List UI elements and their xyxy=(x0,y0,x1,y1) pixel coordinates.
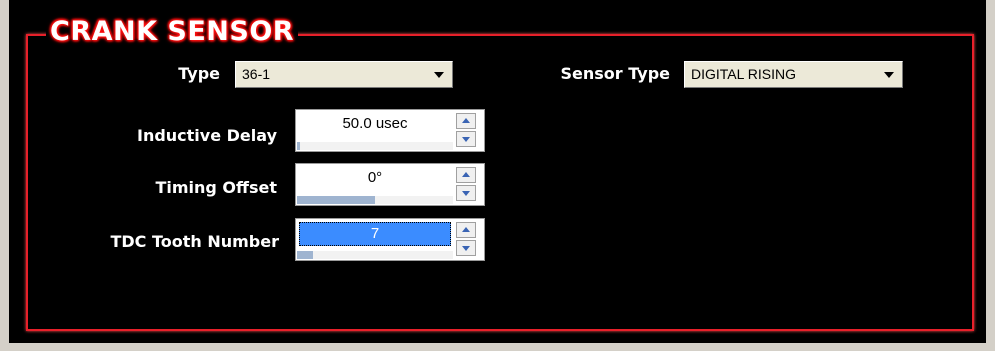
arrow-up-icon xyxy=(462,172,470,177)
sensor-type-dropdown-value: DIGITAL RISING xyxy=(691,66,797,82)
inductive-delay-input[interactable]: 50.0 usec xyxy=(299,113,451,137)
tdc-tooth-number-label: TDC Tooth Number xyxy=(110,232,279,251)
sensor-type-label: Sensor Type xyxy=(560,64,671,83)
increment-button[interactable] xyxy=(456,167,476,183)
increment-button[interactable] xyxy=(456,222,476,238)
sensor-type-dropdown[interactable]: DIGITAL RISING xyxy=(684,61,903,88)
type-dropdown[interactable]: 36-1 xyxy=(235,61,453,88)
arrow-down-icon xyxy=(462,246,470,251)
decrement-button[interactable] xyxy=(456,240,476,256)
tdc-tooth-number-spinbox[interactable]: 7 xyxy=(295,218,485,261)
arrow-up-icon xyxy=(462,118,470,123)
arrow-up-icon xyxy=(462,227,470,232)
arrow-down-icon xyxy=(462,191,470,196)
tdc-tooth-number-input[interactable]: 7 xyxy=(299,222,451,246)
timing-offset-level-track xyxy=(297,196,453,204)
inductive-delay-level-fill xyxy=(297,142,301,150)
type-dropdown-value: 36-1 xyxy=(242,66,271,82)
chevron-down-icon[interactable] xyxy=(434,72,444,78)
timing-offset-level-fill xyxy=(297,196,375,204)
inductive-delay-label: Inductive Delay xyxy=(136,126,277,145)
decrement-button[interactable] xyxy=(456,131,476,147)
tdc-tooth-number-level-track xyxy=(297,251,453,259)
arrow-down-icon xyxy=(462,137,470,142)
inductive-delay-spinbox[interactable]: 50.0 usec xyxy=(295,109,485,152)
increment-button[interactable] xyxy=(456,113,476,129)
type-label: Type xyxy=(178,64,220,83)
inductive-delay-level-track xyxy=(297,142,453,150)
timing-offset-label: Timing Offset xyxy=(155,178,277,197)
chevron-down-icon[interactable] xyxy=(884,72,894,78)
timing-offset-spinbox[interactable]: 0° xyxy=(295,163,485,206)
group-title: CRANK SENSOR xyxy=(46,12,299,52)
tdc-tooth-number-level-fill xyxy=(297,251,313,259)
timing-offset-input[interactable]: 0° xyxy=(299,167,451,191)
decrement-button[interactable] xyxy=(456,185,476,201)
